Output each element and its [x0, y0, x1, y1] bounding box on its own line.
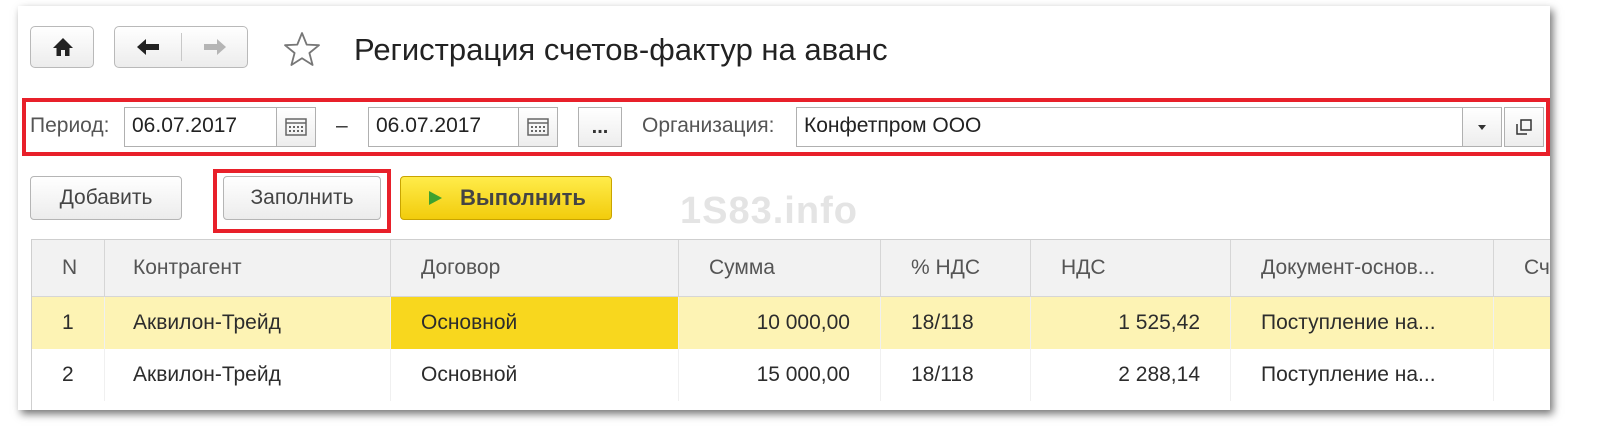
date-from-value: 06.07.2017: [132, 114, 238, 137]
calendar-icon: [527, 118, 549, 136]
column-header-invoice[interactable]: Сч: [1494, 240, 1550, 296]
cell-contract[interactable]: Основной: [391, 297, 679, 349]
date-to-calendar-button[interactable]: [518, 107, 558, 147]
table-row[interactable]: 2 Аквилон-Трейд Основной 15 000,00 18/11…: [32, 349, 1550, 401]
table-row[interactable]: 1 Аквилон-Трейд Основной 10 000,00 18/11…: [32, 297, 1550, 349]
invoice-table: N Контрагент Договор Сумма % НДС НДС Док…: [31, 239, 1550, 410]
home-button[interactable]: [30, 26, 94, 68]
history-nav: [114, 26, 248, 68]
date-to-value: 06.07.2017: [376, 114, 482, 137]
cell-amount[interactable]: 10 000,00: [679, 297, 881, 349]
column-header-contract[interactable]: Договор: [391, 240, 679, 296]
cell-base-document[interactable]: Поступление на...: [1231, 349, 1494, 401]
column-header-base-document[interactable]: Документ-основ...: [1231, 240, 1494, 296]
organization-label: Организация:: [642, 114, 775, 137]
table-header: N Контрагент Договор Сумма % НДС НДС Док…: [32, 240, 1550, 297]
app-window: Регистрация счетов-фактур на аванс Перио…: [18, 6, 1550, 410]
play-icon: [429, 191, 443, 205]
column-header-counterparty[interactable]: Контрагент: [105, 240, 391, 296]
arrow-left-icon[interactable]: [115, 27, 181, 67]
organization-field[interactable]: Конфетпром ООО: [796, 107, 1502, 147]
column-header-amount[interactable]: Сумма: [679, 240, 881, 296]
cell-vat-rate[interactable]: 18/118: [881, 349, 1031, 401]
period-label: Период:: [30, 114, 110, 137]
cell-n: 1: [32, 297, 105, 349]
page-title: Регистрация счетов-фактур на аванс: [354, 32, 888, 67]
home-icon: [53, 38, 73, 56]
fill-button[interactable]: Заполнить: [223, 176, 381, 220]
date-from-calendar-button[interactable]: [276, 107, 316, 147]
organization-value: Конфетпром ООО: [804, 114, 982, 137]
cell-contract[interactable]: Основной: [391, 349, 679, 401]
chevron-down-icon: [1478, 125, 1486, 130]
period-dash: –: [336, 114, 348, 137]
cell-vat[interactable]: 1 525,42: [1031, 297, 1231, 349]
organization-dropdown-button[interactable]: [1462, 107, 1502, 147]
column-header-vat[interactable]: НДС: [1031, 240, 1231, 296]
add-button[interactable]: Добавить: [30, 176, 182, 220]
organization-open-button[interactable]: [1504, 107, 1544, 147]
cell-vat[interactable]: 2 288,14: [1031, 349, 1231, 401]
star-icon[interactable]: [282, 30, 322, 70]
period-choose-button[interactable]: ...: [578, 107, 622, 147]
open-window-icon: [1516, 119, 1532, 135]
calendar-icon: [285, 118, 307, 136]
run-button[interactable]: Выполнить: [400, 176, 612, 220]
filter-bar: Период: 06.07.2017 – 06.07.2017 ... Орга…: [22, 98, 1550, 156]
cell-counterparty[interactable]: Аквилон-Трейд: [105, 297, 391, 349]
cell-invoice[interactable]: [1494, 297, 1550, 349]
arrow-right-icon[interactable]: [182, 27, 248, 67]
cell-amount[interactable]: 15 000,00: [679, 349, 881, 401]
cell-base-document[interactable]: Поступление на...: [1231, 297, 1494, 349]
watermark: 1S83.info: [680, 190, 858, 232]
cell-invoice[interactable]: [1494, 349, 1550, 401]
column-header-n[interactable]: N: [32, 240, 105, 296]
cell-n: 2: [32, 349, 105, 401]
cell-counterparty[interactable]: Аквилон-Трейд: [105, 349, 391, 401]
column-header-vat-rate[interactable]: % НДС: [881, 240, 1031, 296]
cell-vat-rate[interactable]: 18/118: [881, 297, 1031, 349]
run-button-label: Выполнить: [460, 185, 586, 210]
